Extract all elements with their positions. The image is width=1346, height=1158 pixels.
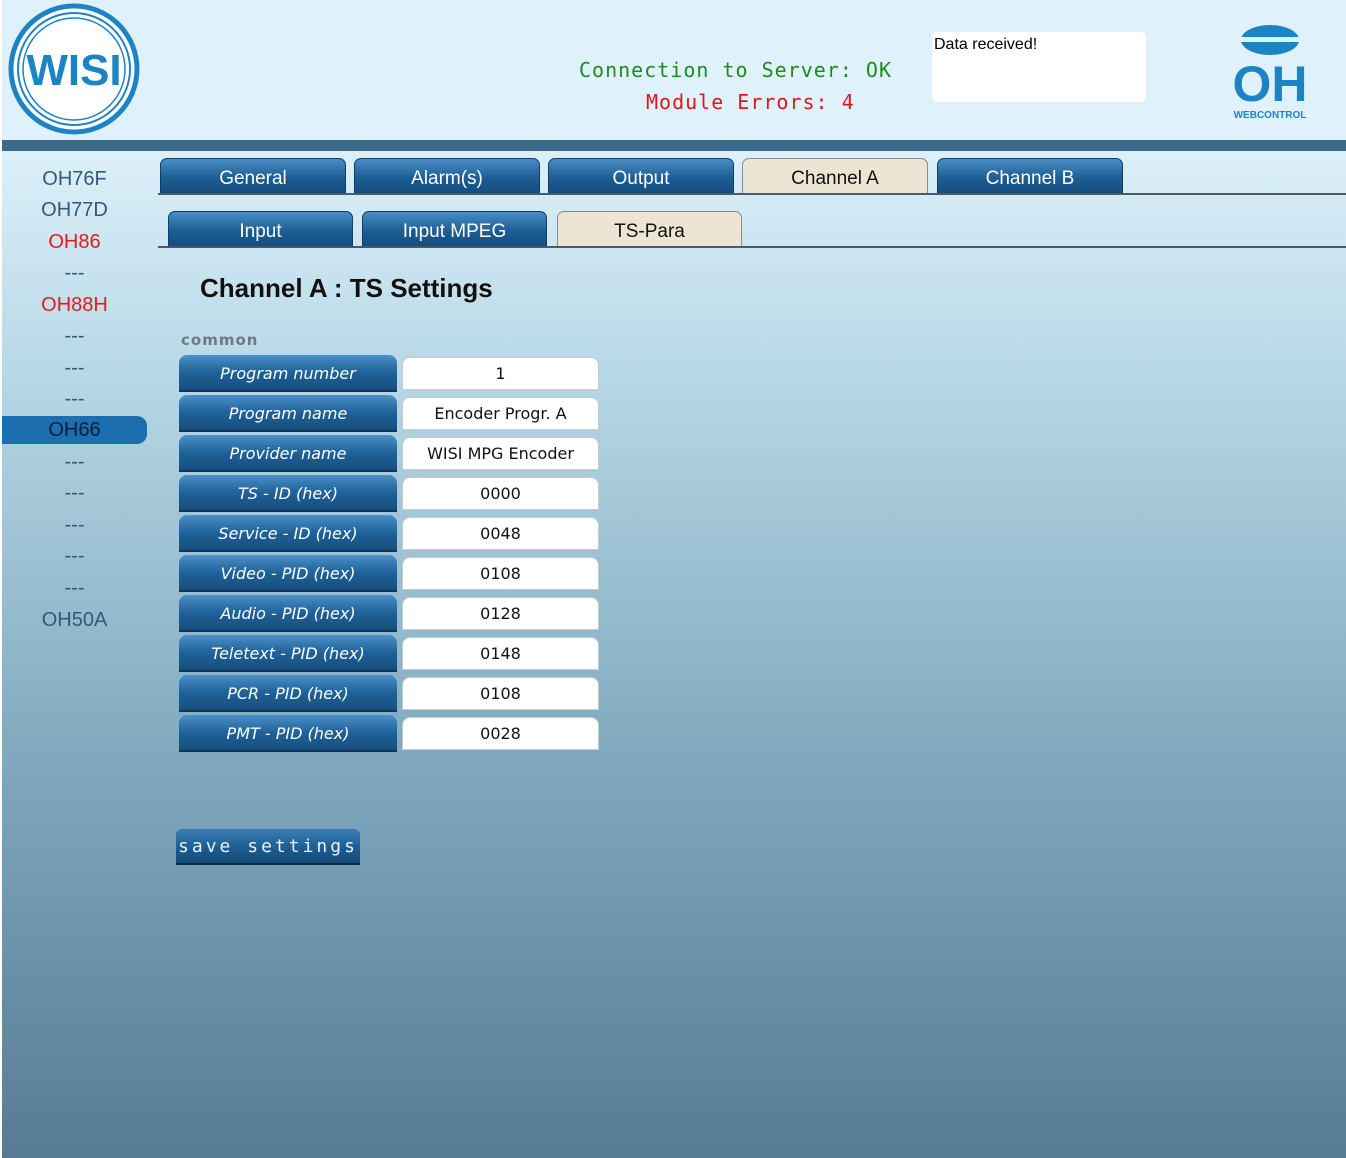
main-tabs-underline: [158, 193, 1346, 195]
sidebar-item-oh50a[interactable]: OH50A: [2, 606, 147, 634]
oh-logo-text: OH: [1233, 56, 1308, 112]
field-input-audio-pid-hex[interactable]: [402, 597, 599, 630]
tab-channel-b[interactable]: Channel B: [937, 158, 1123, 194]
field-label-ts-id-hex: TS - ID (hex): [179, 475, 397, 512]
field-input-teletext-pid-hex[interactable]: [402, 637, 599, 670]
field-label-service-id-hex: Service - ID (hex): [179, 515, 397, 552]
field-label-program-name: Program name: [179, 395, 397, 432]
field-label-pmt-pid-hex: PMT - PID (hex): [179, 715, 397, 752]
section-label: common: [181, 331, 259, 349]
tab-output[interactable]: Output: [548, 158, 734, 194]
module-errors-status: Module Errors: 4: [646, 90, 855, 114]
wisi-logo-text: WISI: [26, 46, 121, 95]
sidebar-item-oh77d[interactable]: OH77D: [2, 196, 147, 224]
oh-logo-subtext: WEBCONTROL: [1234, 110, 1307, 121]
content-area: OH76F OH77D OH86 --- OH88H --- --- --- OH66 --- --…: [2, 151, 1346, 1158]
tab-channel-a[interactable]: Channel A: [742, 158, 928, 194]
field-input-provider-name[interactable]: [402, 437, 599, 470]
sidebar-empty-slot: ---: [64, 545, 85, 567]
message-text: Data received!: [934, 36, 1038, 53]
field-input-ts-id-hex[interactable]: [402, 477, 599, 510]
sidebar-item-oh88h[interactable]: OH88H: [2, 291, 147, 319]
sub-tabs-underline: [158, 246, 1346, 248]
sidebar-empty-slot: ---: [64, 262, 85, 284]
field-input-service-id-hex[interactable]: [402, 517, 599, 550]
field-input-pcr-pid-hex[interactable]: [402, 677, 599, 710]
sidebar-empty-slot: ---: [64, 451, 85, 473]
sidebar-empty-slot: ---: [64, 577, 85, 599]
subtab-input-mpeg[interactable]: Input MPEG: [362, 211, 547, 247]
field-input-video-pid-hex[interactable]: [402, 557, 599, 590]
sidebar-empty-slot: ---: [64, 325, 85, 347]
sidebar-item-oh66[interactable]: OH66: [2, 416, 147, 444]
subtab-ts-para[interactable]: TS-Para: [557, 211, 742, 247]
field-label-program-number: Program number: [179, 355, 397, 392]
sidebar-item-oh86[interactable]: OH86: [2, 228, 147, 256]
connection-status: Connection to Server: OK: [579, 58, 892, 82]
page-title: Channel A : TS Settings: [200, 273, 493, 303]
field-label-pcr-pid-hex: PCR - PID (hex): [179, 675, 397, 712]
tab-general[interactable]: General: [160, 158, 346, 194]
sidebar-empty-slot: ---: [64, 514, 85, 536]
subtab-input[interactable]: Input: [168, 211, 353, 247]
header: WISI Connection to Server: OK Module Err…: [2, 0, 1346, 140]
field-label-video-pid-hex: Video - PID (hex): [179, 555, 397, 592]
sidebar-empty-slot: ---: [64, 357, 85, 379]
field-label-teletext-pid-hex: Teletext - PID (hex): [179, 635, 397, 672]
tab-alarm-s[interactable]: Alarm(s): [354, 158, 540, 194]
field-input-program-name[interactable]: [402, 397, 599, 430]
oh-webcontrol-logo: OH WEBCONTROL: [1233, 25, 1308, 121]
sidebar-item-oh76f[interactable]: OH76F: [2, 165, 147, 193]
sidebar-empty-slot: ---: [64, 388, 85, 410]
message-box: Data received!: [932, 32, 1146, 102]
field-label-provider-name: Provider name: [179, 435, 397, 472]
header-divider: [2, 140, 1346, 151]
save-settings-button[interactable]: save settings: [176, 829, 360, 865]
field-input-program-number[interactable]: [402, 357, 599, 390]
wisi-logo: WISI: [8, 3, 140, 135]
sidebar-empty-slot: ---: [64, 482, 85, 504]
field-input-pmt-pid-hex[interactable]: [402, 717, 599, 750]
field-label-audio-pid-hex: Audio - PID (hex): [179, 595, 397, 632]
